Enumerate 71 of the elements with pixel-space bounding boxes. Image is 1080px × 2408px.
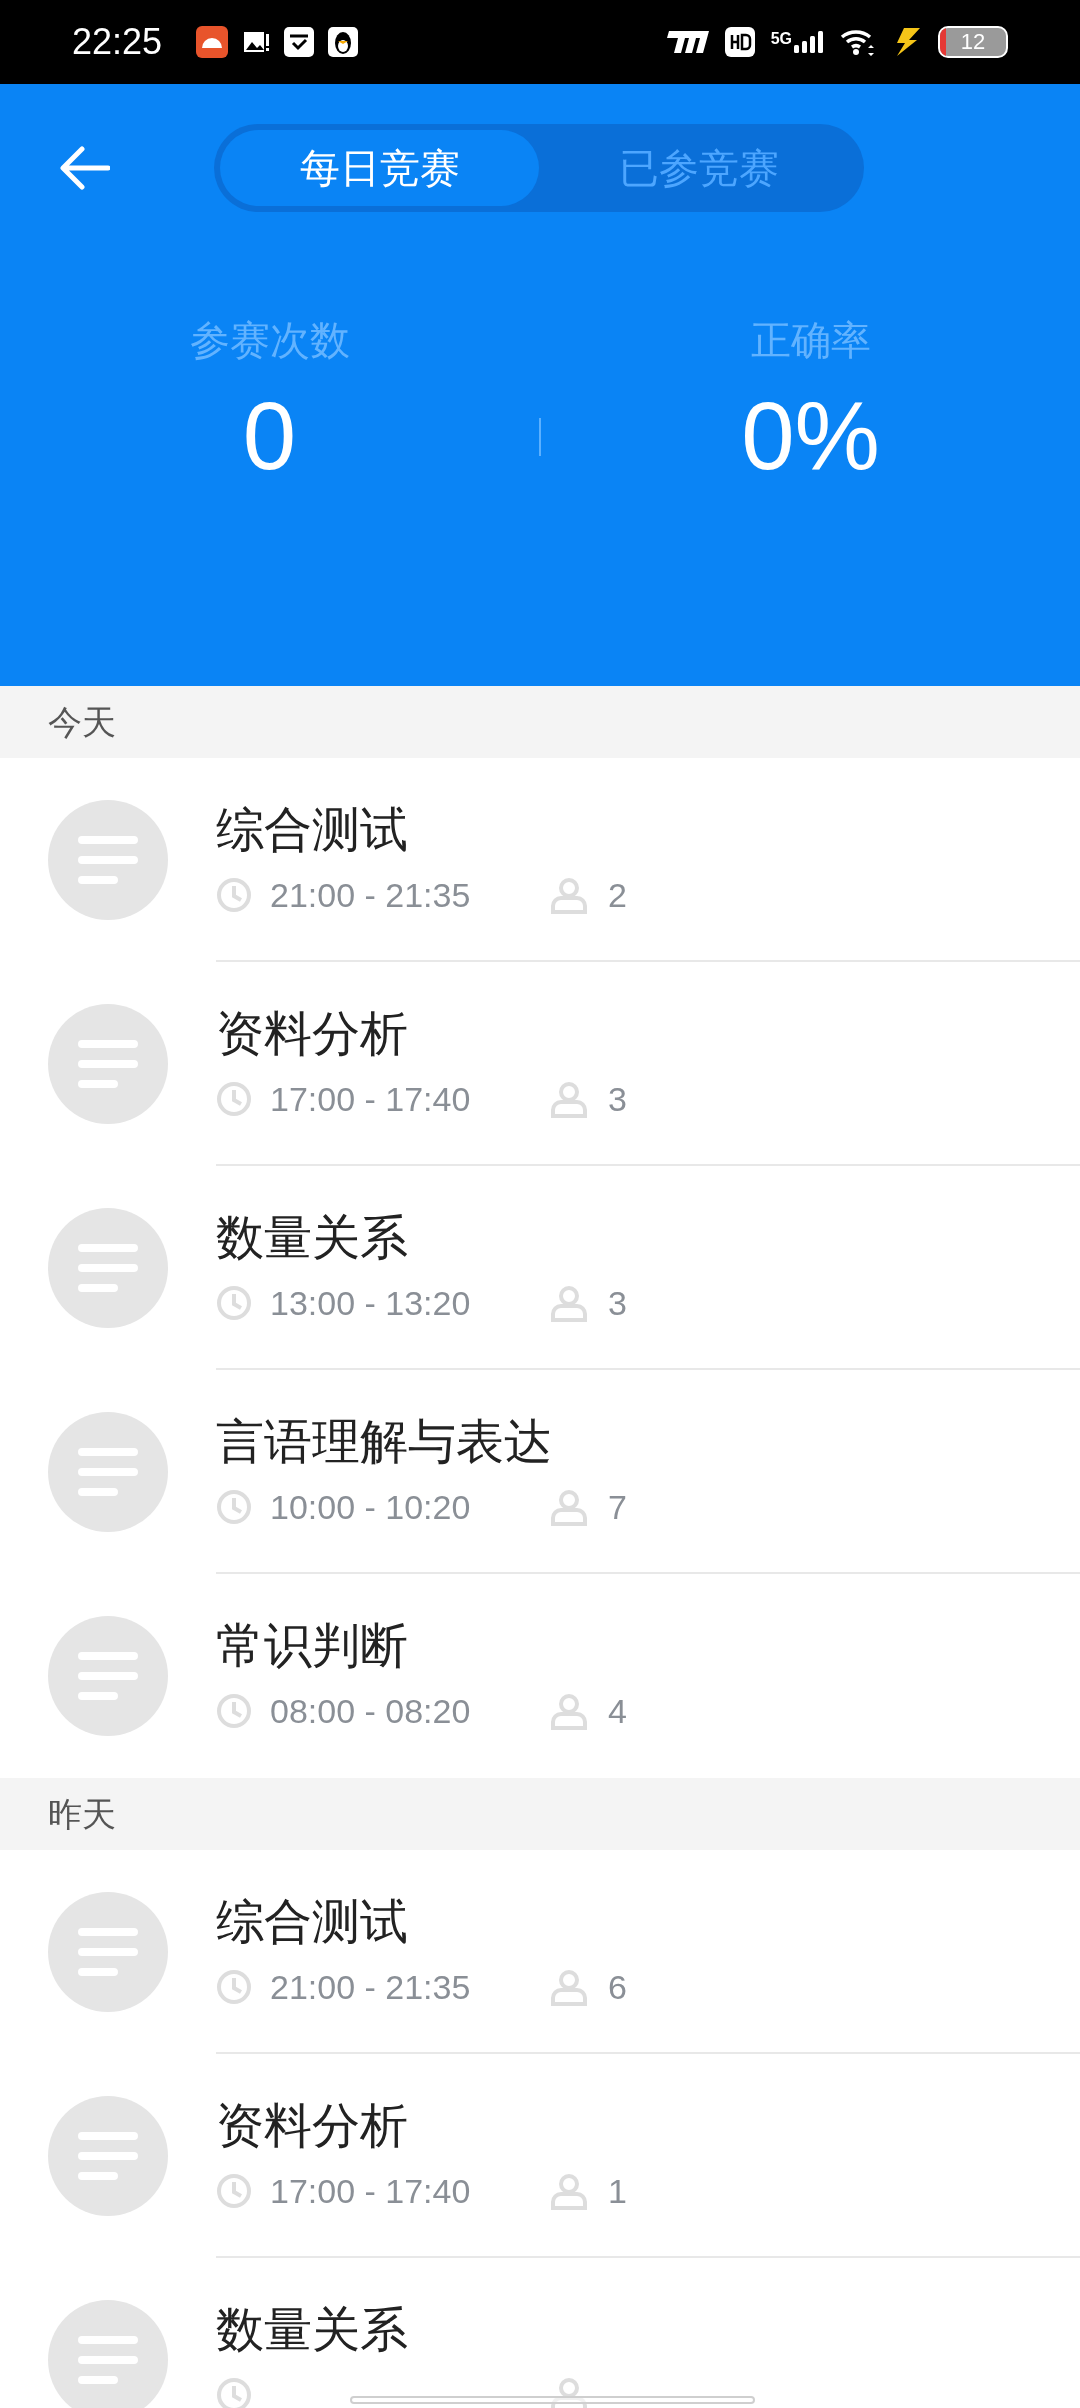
list-icon [48, 1412, 168, 1532]
contest-item[interactable]: 言语理解与表达 10:00 - 10:20 7 [0, 1370, 1080, 1574]
contest-time: 21:00 - 21:35 [270, 874, 472, 916]
contest-time: 08:00 - 08:20 [270, 1690, 472, 1732]
contest-time: 17:00 - 17:40 [270, 1078, 472, 1120]
contest-item[interactable]: 常识判断 08:00 - 08:20 4 [0, 1574, 1080, 1778]
person-icon [550, 1692, 588, 1730]
clock-icon [216, 2173, 252, 2209]
network-label: 5G [770, 31, 792, 47]
contest-title: 综合测试 [216, 801, 409, 858]
person-icon [550, 1968, 588, 2006]
clock-icon [216, 1693, 252, 1729]
stat-value: 0% [741, 388, 880, 484]
list-icon [48, 2300, 168, 2408]
clock-icon [216, 2377, 252, 2408]
person-icon [550, 876, 588, 914]
list-icon [48, 1892, 168, 2012]
list-icon [48, 2096, 168, 2216]
list-icon [48, 1208, 168, 1328]
contest-time: 13:00 - 13:20 [270, 1282, 472, 1324]
app-icon [196, 26, 229, 58]
participant-count: 3 [608, 1078, 627, 1120]
person-icon [550, 2376, 588, 2408]
clock-icon [216, 1285, 252, 1321]
contest-item[interactable]: 综合测试 21:00 - 21:35 2 [0, 758, 1080, 962]
penguin-icon [328, 27, 359, 57]
stat-label: 参赛次数 [189, 320, 350, 360]
contest-title: 数量关系 [216, 2301, 409, 2358]
list-icon [48, 800, 168, 920]
clock-icon [216, 1081, 252, 1117]
contest-time: 17:00 - 17:40 [270, 2170, 472, 2212]
contest-title: 言语理解与表达 [216, 1413, 553, 1470]
participant-count: 4 [608, 1690, 627, 1732]
inbox-icon [284, 27, 315, 57]
section-header: 今天 [48, 701, 116, 743]
contest-time: 21:00 - 21:35 [270, 1966, 472, 2008]
person-icon [550, 1488, 588, 1526]
contest-title: 常识判断 [216, 1617, 409, 1674]
back-icon[interactable] [58, 146, 110, 190]
status-time: 22:25 [72, 20, 163, 64]
participant-count: 7 [608, 1486, 627, 1528]
contest-item[interactable]: 综合测试 21:00 - 21:35 6 [0, 1850, 1080, 2054]
person-icon [550, 2172, 588, 2210]
person-icon [550, 1080, 588, 1118]
contest-item[interactable]: 资料分析 17:00 - 17:40 1 [0, 2054, 1080, 2258]
hd-icon [724, 27, 755, 57]
participant-count: 2 [608, 874, 627, 916]
contest-item[interactable]: 资料分析 17:00 - 17:40 3 [0, 962, 1080, 1166]
participant-count: 1 [608, 2170, 627, 2212]
contest-time: 10:00 - 10:20 [270, 1486, 472, 1528]
signal-icon [794, 31, 824, 53]
contest-title: 资料分析 [216, 1005, 409, 1062]
contest-title: 资料分析 [216, 2097, 409, 2154]
stat-value: 0 [242, 388, 297, 484]
battery-indicator: 12 [938, 26, 1008, 58]
person-icon [550, 1284, 588, 1322]
contest-title: 数量关系 [216, 1209, 409, 1266]
participant-count: 6 [608, 1966, 627, 2008]
list-icon [48, 1004, 168, 1124]
contest-item[interactable]: 数量关系 13:00 - 13:20 3 [0, 1166, 1080, 1370]
participant-count: 3 [608, 1282, 627, 1324]
stat-label: 正确率 [750, 320, 871, 360]
contest-item[interactable]: 数量关系 [0, 2258, 1080, 2408]
clock-icon [216, 1489, 252, 1525]
wifi-icon [840, 28, 876, 56]
list-icon [48, 1616, 168, 1736]
section-header: 昨天 [48, 1793, 116, 1835]
clock-icon [216, 1969, 252, 2005]
contest-title: 综合测试 [216, 1893, 409, 1950]
tab[interactable]: 每日竞赛 [220, 130, 539, 206]
clock-icon [216, 877, 252, 913]
